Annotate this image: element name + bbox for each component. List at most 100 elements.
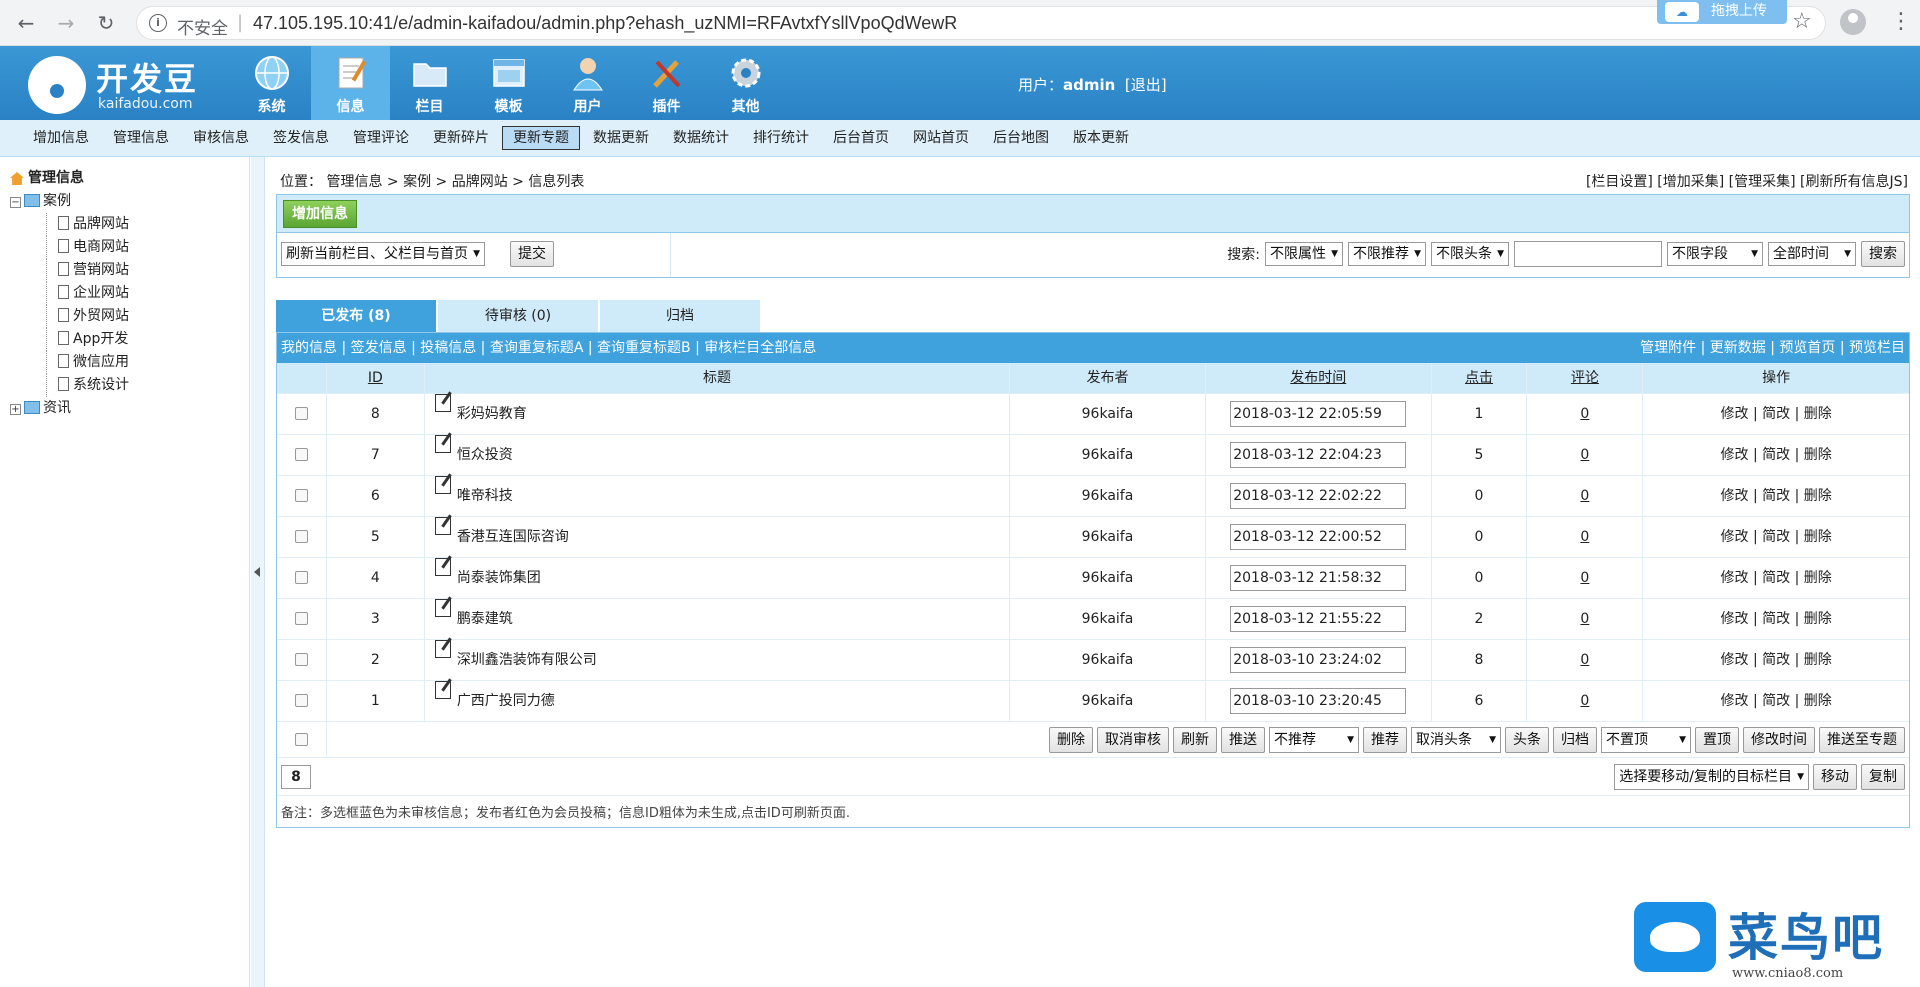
bookmark-star-icon[interactable]: ☆ <box>1792 9 1812 34</box>
push-to-topic-button[interactable]: 推送至专题 <box>1819 727 1905 753</box>
collapse-minus-icon[interactable]: − <box>10 197 21 208</box>
row-ops[interactable]: 修改 | 简改 | 删除 <box>1643 517 1909 557</box>
menu-dots-icon[interactable]: ⋮ <box>1890 9 1912 34</box>
subbar-right-links[interactable]: 管理附件 | 更新数据 | 预览首页 | 预览栏目 <box>1640 333 1905 363</box>
tree-leaf[interactable]: 电商网站 <box>10 236 129 259</box>
row-comments[interactable]: 0 <box>1527 599 1644 639</box>
row-comments[interactable]: 0 <box>1527 640 1644 680</box>
tree-leaf[interactable]: 外贸网站 <box>10 305 129 328</box>
row-comments[interactable]: 0 <box>1527 476 1644 516</box>
tree-leaf[interactable]: 营销网站 <box>10 259 129 282</box>
add-info-button[interactable]: 增加信息 <box>283 200 357 228</box>
row-time-input[interactable]: 2018-03-12 22:02:22 <box>1230 483 1407 509</box>
row-title[interactable]: 广西广投同力德 <box>457 693 555 709</box>
row-checkbox[interactable] <box>294 653 308 666</box>
qn-sign-info[interactable]: 签发信息 <box>262 126 340 150</box>
tab-published[interactable]: 已发布 (8) <box>276 300 436 332</box>
module-column[interactable]: 栏目 <box>390 46 469 120</box>
headline-filter-select[interactable]: 不限头条 <box>1431 242 1509 266</box>
qn-data-stats[interactable]: 数据统计 <box>662 126 740 150</box>
modify-time-button[interactable]: 修改时间 <box>1743 727 1815 753</box>
row-checkbox[interactable] <box>294 407 308 420</box>
edit-document-icon[interactable] <box>434 599 451 617</box>
select-all-checkbox[interactable] <box>295 733 308 746</box>
row-checkbox[interactable] <box>294 612 308 625</box>
row-id[interactable]: 8 <box>327 394 425 434</box>
header-clicks[interactable]: 点击 <box>1432 363 1528 393</box>
row-id[interactable]: 3 <box>327 599 425 639</box>
qn-version-update[interactable]: 版本更新 <box>1062 126 1140 150</box>
edit-document-icon[interactable] <box>434 435 451 453</box>
row-checkbox[interactable] <box>294 694 308 707</box>
expand-plus-icon[interactable]: + <box>10 404 21 415</box>
back-icon[interactable]: ← <box>12 9 40 37</box>
row-comments[interactable]: 0 <box>1527 517 1644 557</box>
profile-avatar-icon[interactable] <box>1840 9 1866 35</box>
row-ops[interactable]: 修改 | 简改 | 删除 <box>1643 599 1909 639</box>
logout-link[interactable]: [退出] <box>1125 76 1167 94</box>
module-template[interactable]: 模板 <box>469 46 548 120</box>
recommend-filter-select[interactable]: 不限推荐 <box>1348 242 1426 266</box>
row-checkbox[interactable] <box>294 489 308 502</box>
row-time-input[interactable]: 2018-03-12 22:04:23 <box>1230 442 1407 468</box>
qn-admin-home[interactable]: 后台首页 <box>822 126 900 150</box>
qn-manage-comments[interactable]: 管理评论 <box>342 126 420 150</box>
address-bar[interactable]: i 不安全 | 47.105.195.10:41/e/admin-kaifado… <box>136 6 1826 40</box>
recommend-button[interactable]: 推荐 <box>1363 727 1407 753</box>
info-icon[interactable]: i <box>149 14 167 32</box>
row-comments[interactable]: 0 <box>1527 394 1644 434</box>
row-id[interactable]: 2 <box>327 640 425 680</box>
edit-document-icon[interactable] <box>434 558 451 576</box>
module-other[interactable]: 其他 <box>706 46 785 120</box>
pin-top-button[interactable]: 置顶 <box>1695 727 1739 753</box>
tab-pending[interactable]: 待审核 (0) <box>438 300 598 332</box>
tree-leaf[interactable]: 品牌网站 <box>10 213 129 236</box>
row-id[interactable]: 6 <box>327 476 425 516</box>
row-title[interactable]: 唯帝科技 <box>457 488 513 504</box>
tree-leaf[interactable]: 系统设计 <box>10 374 129 397</box>
cancel-review-button[interactable]: 取消审核 <box>1097 727 1169 753</box>
row-id[interactable]: 4 <box>327 558 425 598</box>
sidebar-collapse-toggle[interactable] <box>251 157 265 987</box>
tree-folder-cases[interactable]: − 案例 <box>10 190 129 213</box>
row-title[interactable]: 彩妈妈教育 <box>457 406 527 422</box>
header-comments[interactable]: 评论 <box>1527 363 1644 393</box>
row-time-input[interactable]: 2018-03-12 22:00:52 <box>1230 524 1407 550</box>
tree-root[interactable]: 管理信息 <box>10 167 129 190</box>
edit-document-icon[interactable] <box>434 681 451 699</box>
row-ops[interactable]: 修改 | 简改 | 删除 <box>1643 640 1909 680</box>
headline-select[interactable]: 取消头条 <box>1411 727 1501 753</box>
row-ops[interactable]: 修改 | 简改 | 删除 <box>1643 681 1909 721</box>
delete-button[interactable]: 删除 <box>1049 727 1093 753</box>
header-time[interactable]: 发布时间 <box>1206 363 1432 393</box>
qn-rank-stats[interactable]: 排行统计 <box>742 126 820 150</box>
tree-leaf[interactable]: App开发 <box>10 328 129 351</box>
tree-leaf[interactable]: 企业网站 <box>10 282 129 305</box>
row-time-input[interactable]: 2018-03-12 21:58:32 <box>1230 565 1407 591</box>
archive-button[interactable]: 归档 <box>1553 727 1597 753</box>
row-ops[interactable]: 修改 | 简改 | 删除 <box>1643 558 1909 598</box>
qn-site-home[interactable]: 网站首页 <box>902 126 980 150</box>
push-button[interactable]: 推送 <box>1221 727 1265 753</box>
page-number[interactable]: 8 <box>281 765 311 789</box>
qn-update-fragments[interactable]: 更新碎片 <box>422 126 500 150</box>
row-time-input[interactable]: 2018-03-10 23:24:02 <box>1230 647 1407 673</box>
module-plugin[interactable]: 插件 <box>627 46 706 120</box>
row-comments[interactable]: 0 <box>1527 435 1644 475</box>
time-select[interactable]: 全部时间 <box>1768 242 1856 266</box>
row-time-input[interactable]: 2018-03-12 21:55:22 <box>1230 606 1407 632</box>
tab-archived[interactable]: 归档 <box>600 300 760 332</box>
row-time-input[interactable]: 2018-03-10 23:20:45 <box>1230 688 1407 714</box>
qn-admin-map[interactable]: 后台地图 <box>982 126 1060 150</box>
url-text[interactable]: 47.105.195.10:41/e/admin-kaifadou/admin.… <box>253 13 957 34</box>
refresh-select[interactable]: 刷新当前栏目、父栏目与首页 <box>281 242 485 266</box>
edit-document-icon[interactable] <box>434 476 451 494</box>
row-comments[interactable]: 0 <box>1527 558 1644 598</box>
edit-document-icon[interactable] <box>434 394 451 412</box>
qn-review-info[interactable]: 审核信息 <box>182 126 260 150</box>
edit-document-icon[interactable] <box>434 640 451 658</box>
qn-update-topics[interactable]: 更新专题 <box>502 126 580 150</box>
recommend-select[interactable]: 不推荐 <box>1269 727 1359 753</box>
row-ops[interactable]: 修改 | 简改 | 删除 <box>1643 435 1909 475</box>
logo[interactable]: 开发豆 kaifadou.com <box>28 52 208 114</box>
